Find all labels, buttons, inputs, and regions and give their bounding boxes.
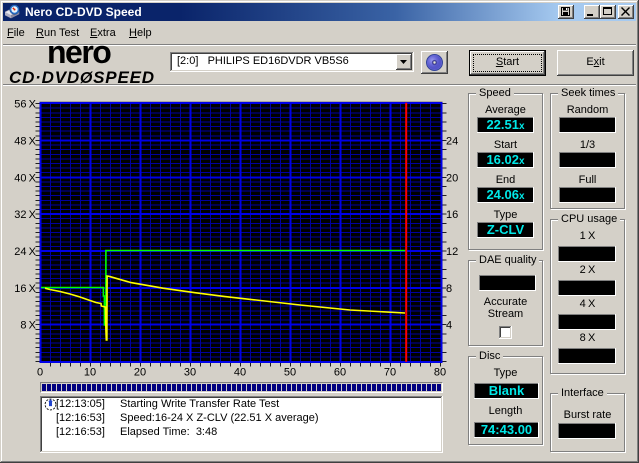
svg-text:50: 50 [284, 367, 296, 379]
svg-text:60: 60 [334, 367, 346, 379]
svg-text:8: 8 [446, 283, 452, 295]
svg-text:80: 80 [434, 367, 446, 379]
svg-text:12: 12 [446, 246, 458, 258]
svg-text:70: 70 [384, 367, 396, 379]
svg-text:20: 20 [134, 367, 146, 379]
svg-text:0: 0 [37, 367, 43, 379]
svg-text:16: 16 [446, 209, 458, 221]
svg-text:24: 24 [446, 136, 458, 148]
svg-text:40: 40 [234, 367, 246, 379]
svg-text:16 X: 16 X [14, 283, 36, 295]
svg-text:8 X: 8 X [20, 320, 36, 332]
svg-text:24 X: 24 X [14, 246, 36, 258]
svg-text:4: 4 [446, 320, 452, 332]
svg-text:32 X: 32 X [14, 209, 36, 221]
svg-text:56 X: 56 X [14, 99, 36, 111]
svg-text:20: 20 [446, 172, 458, 184]
svg-text:10: 10 [84, 367, 96, 379]
svg-text:48 X: 48 X [14, 135, 36, 147]
svg-text:40 X: 40 X [14, 172, 36, 184]
svg-text:30: 30 [184, 367, 196, 379]
